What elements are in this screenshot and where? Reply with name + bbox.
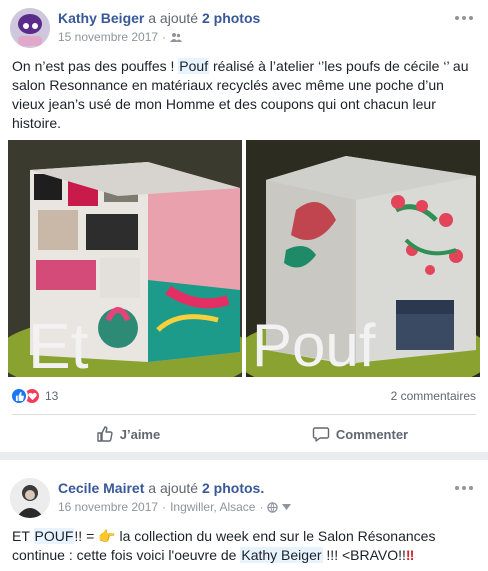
post-text-part: ET: [12, 528, 34, 544]
double-exclamation-emoji: ‼: [405, 547, 415, 563]
author-name[interactable]: Cecile Mairet: [58, 480, 144, 496]
post-date[interactable]: 16 novembre 2017: [58, 500, 158, 514]
post-text-part: !!! <BRAVO!!: [322, 547, 406, 563]
pointing-hand-emoji: 👉: [98, 528, 116, 544]
comment-bubble-icon: [312, 427, 330, 442]
mention-tag[interactable]: Pouf: [178, 58, 210, 74]
reactions-bar: 13 2 commentaires: [10, 386, 476, 406]
post-text: ET POUF!! = 👉 la collection du week end …: [12, 527, 478, 565]
comments-count[interactable]: 2 commentaires: [391, 389, 476, 403]
photos-link[interactable]: 2 photos.: [202, 480, 264, 496]
post-card: Kathy Beiger a ajouté 2 photos 15 novemb…: [0, 0, 488, 452]
post-text: On n’est pas des pouffes ! Pouf réalisé …: [12, 57, 476, 133]
author-avatar[interactable]: [10, 8, 50, 48]
avatar-picture: [10, 8, 50, 48]
globe-icon: [267, 501, 279, 513]
pouf-photo-image: Et: [8, 140, 242, 377]
photo-1[interactable]: Et: [8, 140, 242, 377]
post-card: Cecile Mairet a ajouté 2 photos. 16 nove…: [0, 460, 488, 571]
chevron-down-icon[interactable]: [282, 504, 292, 510]
post-meta: 16 novembre 2017 · Ingwiller, Alsace ·: [58, 500, 292, 514]
separator: ·: [259, 500, 264, 514]
comment-button[interactable]: Commenter: [244, 416, 476, 452]
author-avatar[interactable]: [10, 478, 50, 518]
separator: ·: [162, 500, 167, 514]
photo-caption: Et: [28, 310, 89, 377]
like-reaction-icon[interactable]: [10, 387, 28, 405]
mention-tag[interactable]: Kathy Beiger: [240, 547, 323, 563]
reaction-count[interactable]: 13: [45, 389, 58, 403]
post-date[interactable]: 15 novembre 2017: [58, 30, 158, 44]
more-options-icon[interactable]: [454, 482, 474, 494]
divider: [12, 414, 476, 415]
post-text-part: On n’est pas des pouffes !: [12, 58, 179, 74]
action-bar: J’aime Commenter: [12, 416, 476, 452]
separator: ·: [162, 30, 167, 44]
more-options-icon[interactable]: [454, 12, 474, 24]
action-text: a ajouté: [148, 480, 199, 496]
like-button[interactable]: J’aime: [12, 416, 244, 452]
post-location[interactable]: Ingwiller, Alsace: [170, 500, 255, 514]
photos-link[interactable]: 2 photos: [202, 10, 260, 26]
action-text: a ajouté: [148, 10, 199, 26]
thumbs-up-icon: [97, 426, 113, 442]
pouf-photo-image: Pouf: [246, 140, 480, 377]
author-name[interactable]: Kathy Beiger: [58, 10, 144, 26]
friends-icon: [170, 33, 183, 42]
photo-2[interactable]: Pouf: [246, 140, 480, 377]
avatar-picture: [10, 478, 50, 518]
hashtag-link[interactable]: POUF: [33, 528, 75, 544]
comment-label: Commenter: [335, 426, 409, 442]
post-header: Kathy Beiger a ajouté 2 photos: [58, 10, 260, 26]
post-header: Cecile Mairet a ajouté 2 photos.: [58, 480, 264, 496]
like-label: J’aime: [119, 426, 161, 442]
photo-caption: Pouf: [252, 312, 376, 377]
post-meta: 15 novembre 2017 ·: [58, 30, 183, 44]
post-text-part: !! =: [74, 528, 99, 544]
